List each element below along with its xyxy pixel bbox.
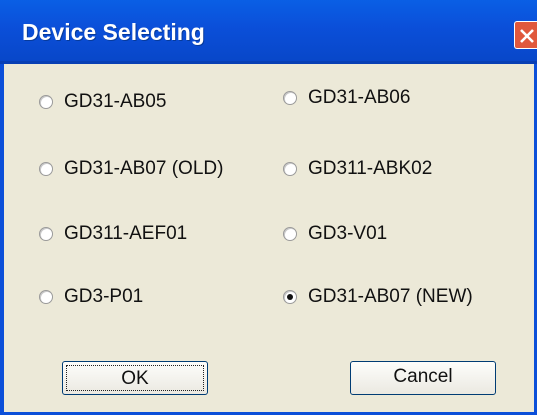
radio-button-icon[interactable] xyxy=(39,95,53,109)
radio-label: GD3-V01 xyxy=(308,223,388,244)
radio-gd3-p01[interactable]: GD3-P01 xyxy=(39,282,143,312)
cancel-button-label: Cancel xyxy=(393,366,453,387)
ok-button[interactable]: OK xyxy=(62,361,208,395)
radio-label: GD3-P01 xyxy=(64,286,144,307)
radio-label: GD31-AB05 xyxy=(64,91,167,112)
radio-button-icon[interactable] xyxy=(283,91,297,105)
radio-button-selected-icon[interactable] xyxy=(283,290,297,304)
radio-button-icon[interactable] xyxy=(283,162,297,176)
radio-gd31-ab07-old[interactable]: GD31-AB07 (OLD) xyxy=(39,154,223,184)
focus-rectangle: OK xyxy=(66,365,204,391)
radio-label: GD31-AB07 (NEW) xyxy=(308,286,473,307)
radio-button-icon[interactable] xyxy=(39,162,53,176)
radio-label: GD311-ABK02 xyxy=(308,158,433,179)
radio-label: GD31-AB07 (OLD) xyxy=(64,158,224,179)
radio-label: GD311-AEF01 xyxy=(64,223,188,244)
radio-gd31-ab05[interactable]: GD31-AB05 xyxy=(39,87,166,117)
radio-button-icon[interactable] xyxy=(39,227,53,241)
radio-label: GD31-AB06 xyxy=(308,87,411,108)
title-bar: Device Selecting xyxy=(0,0,537,64)
close-icon xyxy=(520,29,534,43)
radio-button-icon[interactable] xyxy=(39,290,53,304)
window-title: Device Selecting xyxy=(22,19,205,45)
close-button[interactable] xyxy=(514,21,537,49)
radio-button-icon[interactable] xyxy=(283,227,297,241)
radio-gd3-v01[interactable]: GD3-V01 xyxy=(283,219,387,249)
radio-gd31-ab07-new[interactable]: GD31-AB07 (NEW) xyxy=(283,282,473,312)
radio-gd311-abk02[interactable]: GD311-ABK02 xyxy=(283,154,432,184)
cancel-button[interactable]: Cancel xyxy=(350,361,496,395)
window-frame-left xyxy=(0,64,4,415)
radio-gd31-ab06[interactable]: GD31-AB06 xyxy=(283,83,410,113)
radio-gd311-aef01[interactable]: GD311-AEF01 xyxy=(39,219,187,249)
ok-button-label: OK xyxy=(121,368,149,389)
